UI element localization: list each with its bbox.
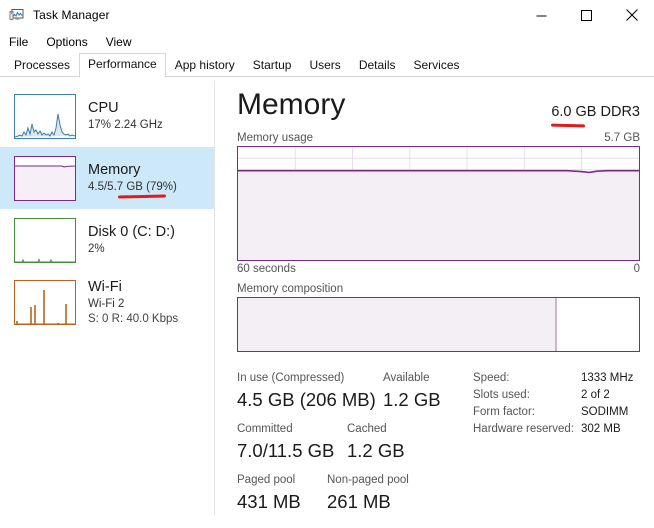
memory-name: Memory	[88, 162, 141, 178]
stat-committed-value: 7.0/11.5 GB	[237, 440, 335, 461]
stat-hardware-reserved-key: Hardware reserved:	[473, 423, 574, 435]
composition-label-row: Memory composition	[237, 283, 640, 295]
tab-app-history[interactable]: App history	[166, 54, 244, 77]
stat-committed: Committed 7.0/11.5 GB	[237, 421, 347, 464]
memory-detail-panel: Memory 6.0 GB DDR3 Memory usage 5.7 GB 6…	[215, 77, 654, 521]
sidebar-item-memory[interactable]: Memory 4.5/5.7 GB (79%)	[0, 147, 215, 209]
usage-label-row: Memory usage 5.7 GB	[237, 132, 640, 144]
cpu-sparkline	[14, 93, 76, 139]
stat-row-3: Paged pool 431 MB Non-paged pool 261 MB	[237, 472, 465, 515]
stat-row-1: In use (Compressed) 4.5 GB (206 MB) Avai…	[237, 370, 465, 413]
stat-speed-value: 1333 MHz	[581, 372, 634, 384]
stat-cached: Cached 1.2 GB	[347, 421, 405, 464]
composition-divider	[554, 298, 557, 351]
stat-hardware-reserved: Hardware reserved: 302 MB	[473, 421, 633, 438]
memory-spec-text: 6.0 GB DDR3	[551, 104, 640, 120]
stat-paged-pool: Paged pool 431 MB	[237, 472, 327, 515]
stat-paged-pool-caption: Paged pool	[237, 474, 296, 486]
title-bar: Task Manager	[0, 0, 654, 30]
stat-cached-caption: Cached	[347, 423, 387, 435]
stat-available-value: 1.2 GB	[383, 389, 441, 410]
task-manager-icon	[9, 7, 25, 23]
memory-labels: Memory 4.5/5.7 GB (79%)	[88, 161, 177, 195]
stat-non-paged-pool-caption: Non-paged pool	[327, 474, 409, 486]
memory-spec: 6.0 GB DDR3	[551, 104, 640, 128]
wifi-name: Wi-Fi	[88, 278, 122, 295]
stats-right-column: Speed: 1333 MHz Slots used: 2 of 2 Form …	[473, 370, 633, 515]
stat-in-use-value: 4.5 GB (206 MB)	[237, 389, 376, 410]
sidebar-item-cpu[interactable]: CPU 17% 2.24 GHz	[0, 85, 215, 147]
menu-file[interactable]: File	[9, 35, 28, 49]
wifi-labels: Wi-Fi Wi-Fi 2 S: 0 R: 40.0 Kbps	[88, 278, 178, 327]
stat-paged-pool-value: 431 MB	[237, 491, 301, 512]
stat-non-paged-pool-value: 261 MB	[327, 491, 391, 512]
stat-available-caption: Available	[383, 372, 430, 384]
stat-in-use-caption: In use (Compressed)	[237, 372, 345, 384]
cpu-name: CPU	[88, 100, 119, 116]
window-controls	[519, 0, 654, 30]
window-title: Task Manager	[33, 8, 110, 22]
tab-performance[interactable]: Performance	[79, 53, 166, 78]
stat-speed-key: Speed:	[473, 372, 510, 384]
memory-stats: 4.5/5.7 GB (79%)	[88, 181, 177, 193]
tab-users[interactable]: Users	[300, 54, 349, 77]
stat-slots-used-key: Slots used:	[473, 389, 530, 401]
tab-strip: Processes Performance App history Startu…	[0, 53, 654, 78]
wifi-adapter: Wi-Fi 2	[88, 297, 125, 310]
axis-label-right: 0	[633, 263, 640, 275]
maximize-button[interactable]	[564, 0, 609, 30]
stat-cached-value: 1.2 GB	[347, 440, 405, 461]
disk-name: Disk 0 (C: D:)	[88, 224, 175, 240]
stat-form-factor-key: Form factor:	[473, 406, 535, 418]
disk-sparkline	[14, 217, 76, 263]
memory-sparkline	[14, 155, 76, 201]
disk-stats: 2%	[88, 243, 105, 255]
close-button[interactable]	[609, 0, 654, 30]
stat-non-paged-pool: Non-paged pool 261 MB	[327, 472, 409, 515]
axis-label-left: 60 seconds	[237, 263, 296, 275]
minimize-button[interactable]	[519, 0, 564, 30]
disk-labels: Disk 0 (C: D:) 2%	[88, 223, 175, 257]
menu-bar: File Options View	[0, 30, 654, 54]
stat-speed: Speed: 1333 MHz	[473, 370, 633, 387]
annotation-underline-spec	[551, 123, 586, 128]
menu-view[interactable]: View	[106, 35, 132, 49]
composition-label: Memory composition	[237, 283, 344, 295]
panel-header: Memory 6.0 GB DDR3	[237, 87, 640, 128]
memory-statistics: In use (Compressed) 4.5 GB (206 MB) Avai…	[237, 370, 640, 515]
stat-available: Available 1.2 GB	[383, 370, 441, 413]
stats-left-column: In use (Compressed) 4.5 GB (206 MB) Avai…	[237, 370, 465, 515]
sidebar-item-wifi[interactable]: Wi-Fi Wi-Fi 2 S: 0 R: 40.0 Kbps	[0, 271, 215, 333]
sidebar-item-disk[interactable]: Disk 0 (C: D:) 2%	[0, 209, 215, 271]
stat-hardware-reserved-value: 302 MB	[581, 423, 621, 435]
cpu-labels: CPU 17% 2.24 GHz	[88, 99, 163, 133]
content-area: CPU 17% 2.24 GHz Memory 4.5/5.7 GB (79%)	[0, 77, 654, 521]
memory-usage-graph	[237, 146, 640, 261]
stat-slots-used: Slots used: 2 of 2	[473, 387, 633, 404]
stat-slots-used-value: 2 of 2	[581, 389, 610, 401]
tab-processes[interactable]: Processes	[5, 54, 79, 77]
usage-max: 5.7 GB	[604, 132, 640, 144]
stat-form-factor-value: SODIMM	[581, 406, 629, 418]
composition-in-use	[238, 298, 555, 351]
stat-row-2: Committed 7.0/11.5 GB Cached 1.2 GB	[237, 421, 465, 464]
wifi-sparkline	[14, 279, 76, 325]
resource-sidebar: CPU 17% 2.24 GHz Memory 4.5/5.7 GB (79%)	[0, 77, 215, 521]
usage-label: Memory usage	[237, 132, 314, 144]
cpu-stats: 17% 2.24 GHz	[88, 119, 163, 131]
tab-startup[interactable]: Startup	[244, 54, 301, 77]
usage-axis-row: 60 seconds 0	[237, 263, 640, 275]
annotation-underline-memory-percent	[117, 194, 167, 199]
wifi-throughput: S: 0 R: 40.0 Kbps	[88, 312, 179, 325]
tab-services[interactable]: Services	[405, 54, 469, 77]
stat-form-factor: Form factor: SODIMM	[473, 404, 633, 421]
menu-options[interactable]: Options	[46, 35, 87, 49]
memory-composition-bar[interactable]	[237, 297, 640, 352]
stat-in-use: In use (Compressed) 4.5 GB (206 MB)	[237, 370, 383, 413]
stat-committed-caption: Committed	[237, 423, 293, 435]
task-manager-window: Task Manager File Options View Processes…	[0, 0, 654, 528]
page-title: Memory	[237, 88, 346, 121]
tab-details[interactable]: Details	[350, 54, 405, 77]
